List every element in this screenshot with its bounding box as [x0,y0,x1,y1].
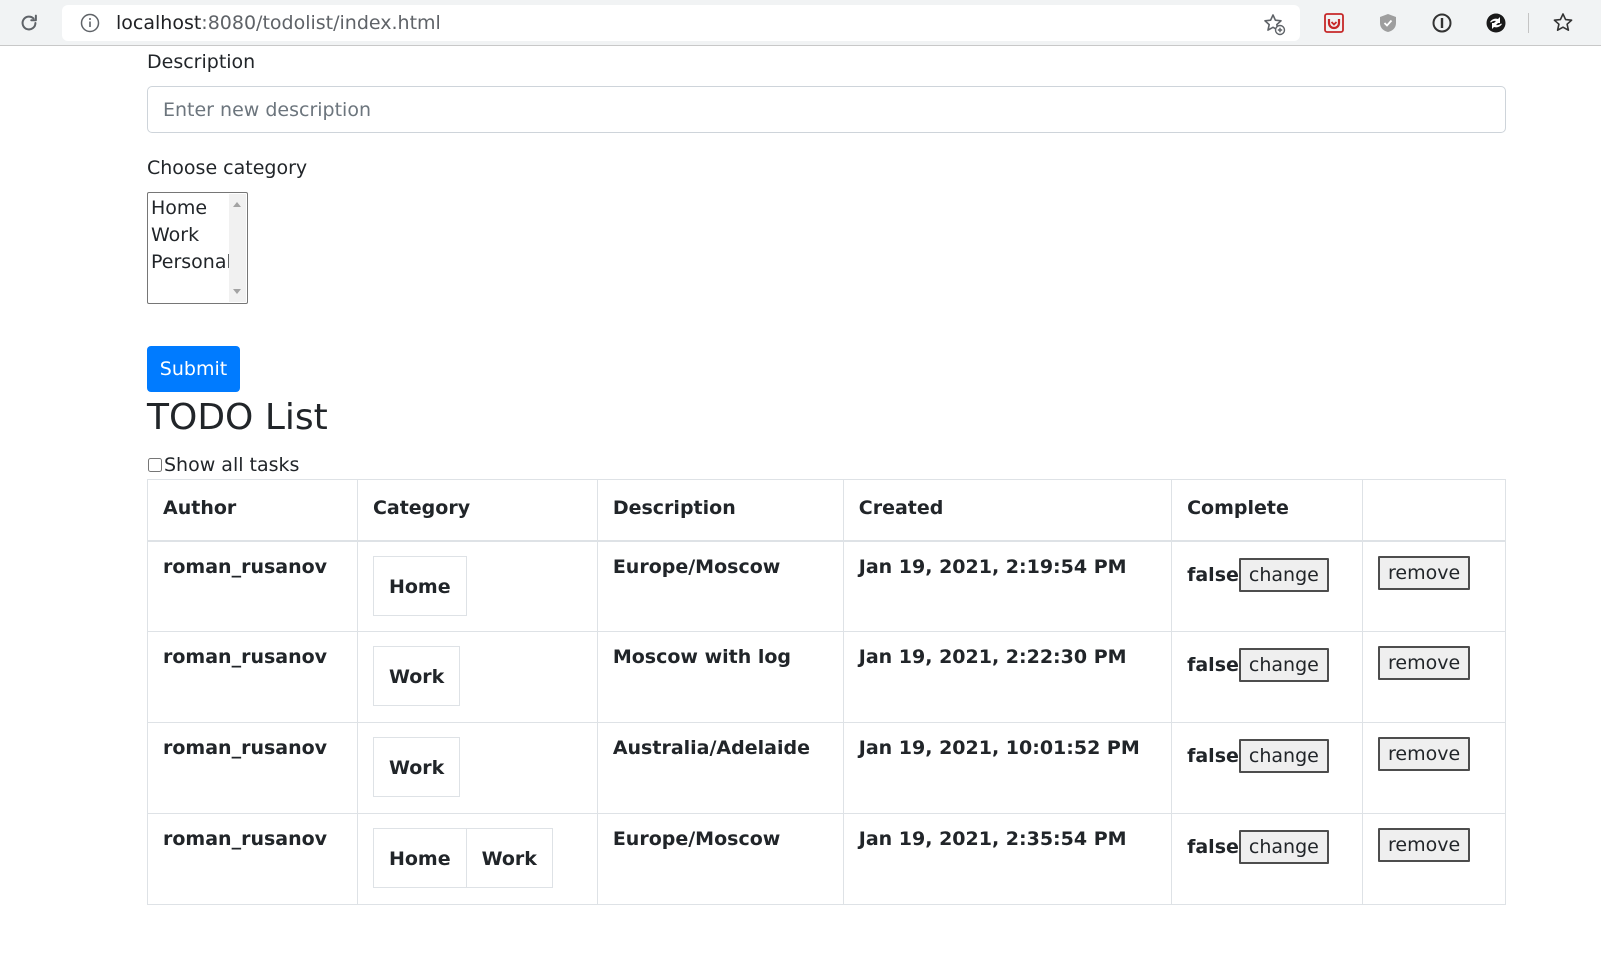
browser-toolbar: localhost:8080/todolist/index.html [0,0,1601,46]
url-text[interactable]: localhost:8080/todolist/index.html [116,5,441,41]
complete-value: false [1187,836,1239,858]
header-actions [1362,479,1506,542]
url-path: :8080/todolist/index.html [201,12,441,34]
toolbar-separator [1528,13,1529,33]
category-chips: Work [372,737,461,797]
row-created: Jan 19, 2021, 2:35:54 PM [842,813,1173,905]
category-chips: Home Work [372,828,553,888]
password-manager-icon[interactable] [1429,10,1455,36]
show-all-toggle[interactable]: Show all tasks [147,452,299,478]
row-description: Australia/Adelaide [596,722,844,814]
table-row: roman_rusanov Home Europe/Moscow Jan 19,… [147,540,1506,632]
row-description: Europe/Moscow [596,540,844,632]
row-actions: remove [1362,722,1506,814]
table-row: roman_rusanov Home Work Europe/Moscow Jan… [147,813,1506,905]
row-created: Jan 19, 2021, 2:19:54 PM [842,540,1173,632]
complete-value: false [1187,563,1239,586]
table-row: roman_rusanov Work Moscow with log Jan 1… [147,631,1506,723]
complete-value: false [1187,654,1239,676]
category-chip: Work [466,828,553,888]
category-chip: Home [372,555,467,616]
row-category: Home [356,540,598,632]
description-input[interactable] [147,86,1506,133]
url-host: localhost [116,12,202,34]
row-category: Work [356,722,598,814]
bookmark-star-icon[interactable] [1262,12,1286,36]
category-option-home[interactable]: Home [151,195,207,222]
category-chip: Work [372,737,461,797]
todo-table: Author Category Description Created Comp… [147,479,1506,905]
remove-button[interactable]: remove [1378,646,1471,680]
category-chips: Work [372,646,461,706]
row-actions: remove [1362,631,1506,723]
show-all-label: Show all tasks [164,454,300,476]
favorites-star-icon[interactable] [1550,10,1576,36]
shield-extension-icon[interactable] [1375,10,1401,36]
row-actions: remove [1362,540,1506,632]
category-chips: Home [372,555,467,616]
header-author: Author [147,479,358,542]
header-description: Description [596,479,844,542]
header-complete: Complete [1171,479,1364,542]
row-created: Jan 19, 2021, 2:22:30 PM [842,631,1173,723]
scroll-up-arrow-icon[interactable] [233,202,241,207]
header-category: Category [356,479,598,542]
show-all-checkbox[interactable] [148,458,162,472]
category-label: Choose category [147,157,308,179]
row-description: Moscow with log [596,631,844,723]
scroll-down-arrow-icon[interactable] [233,289,241,294]
row-complete: false change [1171,722,1364,814]
row-author: roman_rusanov [147,540,358,632]
row-author: roman_rusanov [147,631,358,723]
row-created: Jan 19, 2021, 10:01:52 PM [842,722,1173,814]
table-header-row: Author Category Description Created Comp… [147,479,1506,542]
description-label: Description [147,51,256,73]
listbox-scrollbar[interactable] [229,194,246,302]
change-button[interactable]: change [1238,830,1329,864]
category-option-work[interactable]: Work [151,222,199,249]
row-category: Home Work [356,813,598,905]
remove-button[interactable]: remove [1378,555,1471,590]
row-complete: false change [1171,813,1364,905]
category-chip: Work [372,646,461,706]
change-button[interactable]: change [1238,648,1329,682]
row-author: roman_rusanov [147,813,358,905]
row-complete: false change [1171,540,1364,632]
row-description: Europe/Moscow [596,813,844,905]
table-row: roman_rusanov Work Australia/Adelaide Ja… [147,722,1506,814]
extension-icon[interactable] [1483,10,1509,36]
row-author: roman_rusanov [147,722,358,814]
complete-value: false [1187,745,1239,767]
change-button[interactable]: change [1238,739,1329,773]
page-title: TODO List [147,397,328,438]
submit-button[interactable]: Submit [147,346,240,392]
row-category: Work [356,631,598,723]
header-created: Created [842,479,1173,542]
category-option-personal[interactable]: Personal [151,249,232,276]
remove-button[interactable]: remove [1378,828,1471,862]
reload-icon[interactable] [16,10,42,36]
info-icon[interactable] [80,13,100,33]
row-actions: remove [1362,813,1506,905]
pocket-extension-icon[interactable] [1321,10,1347,36]
remove-button[interactable]: remove [1378,737,1471,771]
category-listbox[interactable]: Home Work Personal [147,192,248,304]
row-complete: false change [1171,631,1364,723]
address-bar[interactable]: localhost:8080/todolist/index.html [62,5,1300,41]
change-button[interactable]: change [1238,557,1329,592]
category-chip: Home [372,828,467,888]
